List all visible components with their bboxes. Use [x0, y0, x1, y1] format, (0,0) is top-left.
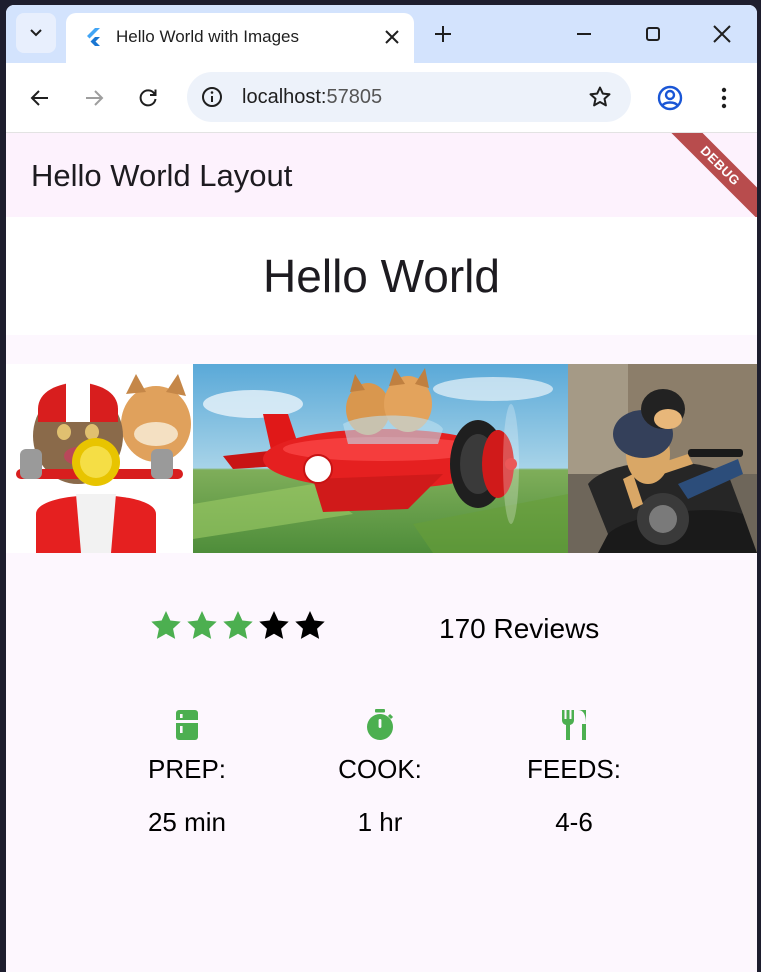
minimize-icon	[577, 33, 591, 35]
tab-close-button[interactable]	[380, 25, 404, 49]
info-icon	[202, 87, 222, 107]
info-label: COOK:	[338, 754, 422, 784]
timer-icon	[367, 709, 394, 740]
star-rating	[148, 608, 328, 644]
info-label: FEEDS:	[527, 754, 621, 784]
browser-toolbar: localhost:57805	[6, 63, 757, 133]
active-tab[interactable]: Hello World with Images	[66, 13, 414, 63]
menu-button[interactable]	[709, 83, 739, 113]
minimize-button[interactable]	[569, 19, 599, 49]
address-bar[interactable]: localhost:57805	[187, 72, 631, 122]
url-port: 57805	[326, 86, 383, 108]
account-circle-icon	[657, 85, 683, 111]
close-icon	[385, 30, 399, 44]
cats-red-airplane-image	[193, 364, 568, 553]
reload-button[interactable]	[133, 83, 163, 113]
arrow-left-icon	[30, 90, 48, 106]
hello-container: Hello World	[6, 217, 757, 335]
site-info-button[interactable]	[199, 84, 225, 110]
forward-button[interactable]	[79, 83, 109, 113]
url-host: localhost:	[242, 86, 327, 108]
info-value: 25 min	[147, 807, 227, 837]
info-column-cook: COOK: 1 hr	[300, 708, 460, 838]
flutter-icon	[87, 28, 100, 46]
cat-motorbike-image	[568, 364, 757, 553]
image-row	[6, 364, 757, 553]
info-value: 1 hr	[357, 807, 403, 837]
browser-window: Hello World with Images localhost:57805 …	[6, 5, 757, 972]
rating-row: 170 Reviews	[6, 608, 757, 648]
url-text[interactable]: localhost:57805	[242, 86, 382, 109]
back-button[interactable]	[25, 83, 55, 113]
hello-heading: Hello World	[263, 250, 500, 302]
app-bar: Hello World Layout	[6, 133, 757, 217]
tab-search-button[interactable]	[16, 13, 56, 53]
reviews-count: 170 Reviews	[439, 613, 600, 644]
plus-icon	[435, 26, 451, 42]
star-empty-icon	[259, 611, 289, 639]
appbar-title: Hello World Layout	[31, 158, 293, 193]
close-icon	[713, 25, 731, 43]
star-outline-icon	[589, 86, 611, 107]
new-tab-button[interactable]	[430, 21, 456, 47]
chevron-down-icon	[30, 29, 42, 37]
info-value: 4-6	[555, 807, 593, 837]
kitchen-icon	[176, 710, 198, 740]
reload-icon	[139, 89, 157, 107]
cat-scooter-helmet-image	[6, 364, 193, 553]
maximize-button[interactable]	[638, 19, 668, 49]
info-label: PREP:	[147, 754, 227, 784]
info-column-feeds: FEEDS: 4-6	[494, 708, 654, 838]
arrow-right-icon	[86, 90, 104, 106]
star-filled-icon	[187, 611, 217, 639]
profile-button[interactable]	[655, 83, 685, 113]
star-filled-icon	[151, 611, 181, 639]
maximize-icon	[646, 27, 660, 41]
star-empty-icon	[295, 611, 325, 639]
page-content: Hello World Layout DEBUG Hello World 170…	[6, 133, 757, 972]
bookmark-button[interactable]	[587, 84, 613, 110]
restaurant-icon	[562, 710, 586, 740]
more-vert-icon	[721, 87, 727, 109]
window-close-button[interactable]	[707, 19, 737, 49]
star-filled-icon	[223, 611, 253, 639]
tab-strip: Hello World with Images	[6, 5, 757, 63]
info-column-prep: PREP: 25 min	[107, 708, 267, 838]
tab-title: Hello World with Images	[116, 27, 299, 46]
